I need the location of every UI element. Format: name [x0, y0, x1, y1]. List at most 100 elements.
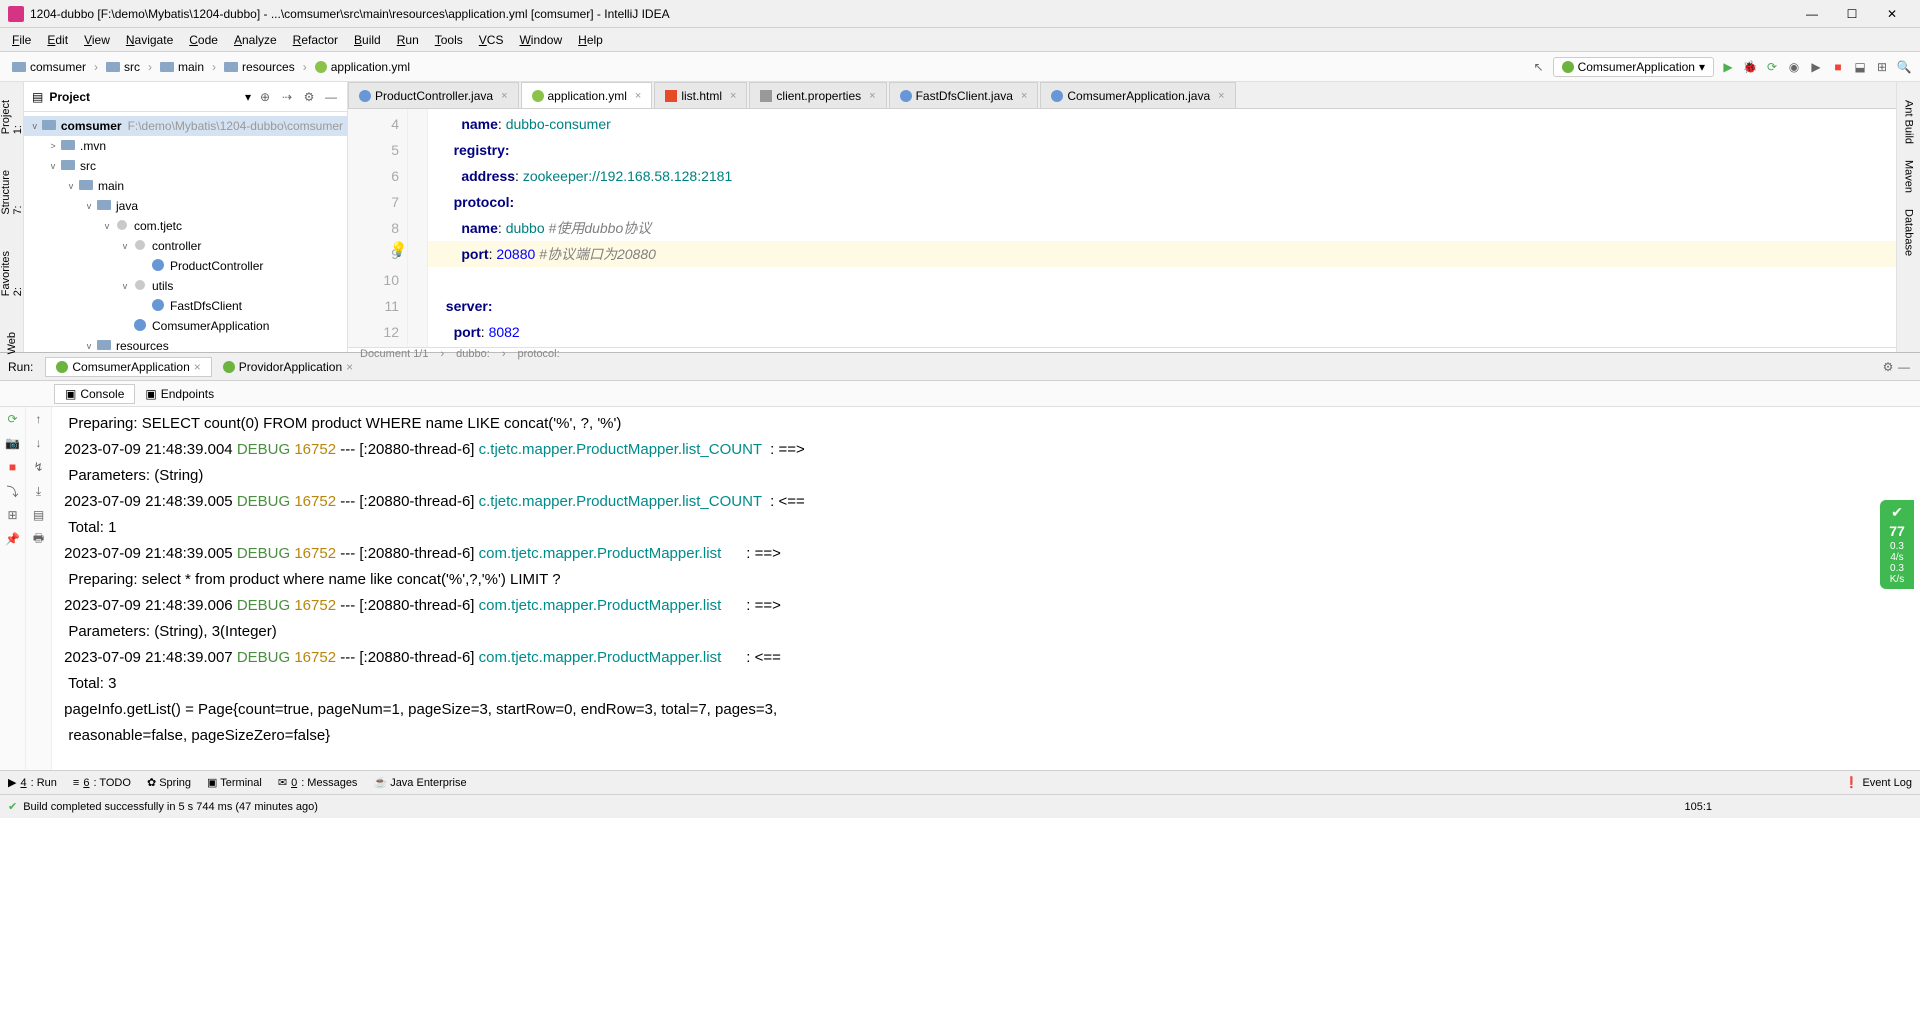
search-button[interactable]: 🔍	[1896, 59, 1912, 75]
menu-edit[interactable]: Edit	[39, 31, 76, 49]
run-config-selector[interactable]: ComsumerApplication ▾	[1553, 57, 1714, 77]
code-body[interactable]: name: dubbo-consumer registry: address: …	[428, 109, 1896, 347]
badge-number: 77	[1884, 523, 1910, 539]
run-settings-icon[interactable]: ⚙	[1880, 359, 1896, 375]
right-tool-strip: Ant BuildMavenDatabase	[1896, 82, 1920, 352]
tree-node-ProductController[interactable]: ProductController	[24, 256, 347, 276]
event-log-button[interactable]: ❗ Event Log	[1845, 776, 1912, 789]
crumb-src[interactable]: src	[102, 58, 144, 76]
locate-icon[interactable]: ⊕	[257, 89, 273, 105]
menu-build[interactable]: Build	[346, 31, 389, 49]
menu-tools[interactable]: Tools	[427, 31, 471, 49]
tree-node-main[interactable]: vmain	[24, 176, 347, 196]
tree-node-ComsumerApplication[interactable]: ComsumerApplication	[24, 316, 347, 336]
menu-view[interactable]: View	[76, 31, 118, 49]
crumb-2[interactable]: protocol:	[517, 348, 559, 360]
tree-node-FastDfsClient[interactable]: FastDfsClient	[24, 296, 347, 316]
run-tab-ComsumerApplication[interactable]: ComsumerApplication ×	[45, 357, 211, 377]
crumb-main[interactable]: main	[156, 58, 208, 76]
left-tab-web[interactable]: Web	[4, 324, 20, 362]
tab-application-yml[interactable]: application.yml×	[521, 82, 653, 108]
stop3-icon[interactable]: ■	[5, 459, 21, 475]
project-tree[interactable]: vcomsumerF:\demo\Mybatis\1204-dubbo\coms…	[24, 112, 347, 352]
tree-node-utils[interactable]: vutils	[24, 276, 347, 296]
rerun-icon[interactable]: ⟳	[5, 411, 21, 427]
run-button[interactable]: ▶	[1720, 59, 1736, 75]
crumb-1[interactable]: dubbo:	[456, 348, 490, 360]
profile-button[interactable]: ◉	[1786, 59, 1802, 75]
subtab-endpoints[interactable]: ▣Endpoints	[135, 385, 224, 403]
bottom-spring[interactable]: ✿ Spring	[147, 776, 191, 789]
attach-button[interactable]: ▶	[1808, 59, 1824, 75]
left-tab-project[interactable]: 1: Project	[0, 92, 26, 142]
tab-ProductController-java[interactable]: ProductController.java×	[348, 82, 519, 108]
right-tab-antbuild[interactable]: Ant Build	[1901, 92, 1917, 152]
menu-run[interactable]: Run	[389, 31, 427, 49]
wrap-icon[interactable]: ↯	[31, 459, 47, 475]
tab-ComsumerApplication-java[interactable]: ComsumerApplication.java×	[1040, 82, 1235, 108]
maximize-button[interactable]: ☐	[1832, 0, 1872, 28]
structure-button[interactable]: ⊞	[1874, 59, 1890, 75]
perf-badge[interactable]: ✔ 77 0.3 4/s 0.3 K/s	[1880, 500, 1914, 589]
tree-node-com-tjetc[interactable]: vcom.tjetc	[24, 216, 347, 236]
right-tab-maven[interactable]: Maven	[1901, 152, 1917, 201]
collapse-icon[interactable]: ⇢	[279, 89, 295, 105]
chevron-down-icon: ▾	[1699, 60, 1705, 74]
tree-node-controller[interactable]: vcontroller	[24, 236, 347, 256]
left-tab-structure[interactable]: 7: Structure	[0, 162, 26, 223]
menu-navigate[interactable]: Navigate	[118, 31, 181, 49]
left-tab-favorites[interactable]: 2: Favorites	[0, 243, 26, 304]
tree-node-java[interactable]: vjava	[24, 196, 347, 216]
bottom-run[interactable]: ▶ 4: Run	[8, 776, 57, 789]
stop2-icon[interactable]: 📷	[5, 435, 21, 451]
menu-window[interactable]: Window	[511, 31, 570, 49]
menu-refactor[interactable]: Refactor	[285, 31, 346, 49]
update-button[interactable]: ⬓	[1852, 59, 1868, 75]
menu-help[interactable]: Help	[570, 31, 611, 49]
code-editor[interactable]: 456789101112 💡 name: dubbo-consumer regi…	[348, 109, 1896, 347]
menu-analyze[interactable]: Analyze	[226, 31, 285, 49]
bottom-todo[interactable]: ≡ 6: TODO	[73, 777, 131, 789]
bottom-messages[interactable]: ✉ 0: Messages	[278, 776, 358, 789]
pin-icon[interactable]: 📌	[5, 531, 21, 547]
settings-icon[interactable]: ⚙	[301, 89, 317, 105]
print-icon[interactable]: 🖶	[31, 531, 47, 547]
dropdown-icon[interactable]: ▾	[245, 90, 251, 104]
console-output[interactable]: Preparing: SELECT count(0) FROM product …	[52, 407, 1920, 770]
menu-file[interactable]: File	[4, 31, 39, 49]
tab-FastDfsClient-java[interactable]: FastDfsClient.java×	[889, 82, 1039, 108]
crumb-resources[interactable]: resources	[220, 58, 299, 76]
scroll-icon[interactable]: ⤓	[31, 483, 47, 499]
bottom-terminal[interactable]: ▣ Terminal	[207, 776, 262, 789]
run-hide-icon[interactable]: —	[1896, 359, 1912, 375]
bulb-icon[interactable]: 💡	[390, 241, 407, 258]
tab-client-properties[interactable]: client.properties×	[749, 82, 886, 108]
right-tab-database[interactable]: Database	[1901, 201, 1917, 264]
editor-tabs: ProductController.java×application.yml×l…	[348, 82, 1896, 109]
up-icon[interactable]: ↑	[31, 411, 47, 427]
filter-icon[interactable]: ▤	[31, 507, 47, 523]
down-icon[interactable]: ↓	[31, 435, 47, 451]
crumb-comsumer[interactable]: comsumer	[8, 58, 90, 76]
tab-list-html[interactable]: list.html×	[654, 82, 747, 108]
back-icon[interactable]: ↖	[1531, 59, 1547, 75]
subtab-console[interactable]: ▣Console	[54, 384, 135, 404]
tree-root[interactable]: vcomsumerF:\demo\Mybatis\1204-dubbo\coms…	[24, 116, 347, 136]
tree-node-src[interactable]: vsrc	[24, 156, 347, 176]
cursor-position: 105:1	[1684, 801, 1712, 813]
tree-node-resources[interactable]: vresources	[24, 336, 347, 352]
menu-code[interactable]: Code	[181, 31, 226, 49]
tree-node--mvn[interactable]: >.mvn	[24, 136, 347, 156]
coverage-button[interactable]: ⟳	[1764, 59, 1780, 75]
run-tab-ProvidorApplication[interactable]: ProvidorApplication ×	[212, 357, 364, 377]
hide-icon[interactable]: —	[323, 89, 339, 105]
crumb-application.yml[interactable]: application.yml	[311, 58, 414, 76]
menu-vcs[interactable]: VCS	[471, 31, 512, 49]
exit-icon[interactable]: ⤵	[5, 483, 21, 499]
bottom-javaenterprise[interactable]: ☕ Java Enterprise	[373, 776, 466, 789]
stop-button[interactable]: ■	[1830, 59, 1846, 75]
minimize-button[interactable]: —	[1792, 0, 1832, 28]
layout-icon[interactable]: ⊞	[5, 507, 21, 523]
debug-button[interactable]: 🐞	[1742, 59, 1758, 75]
close-button[interactable]: ✕	[1872, 0, 1912, 28]
